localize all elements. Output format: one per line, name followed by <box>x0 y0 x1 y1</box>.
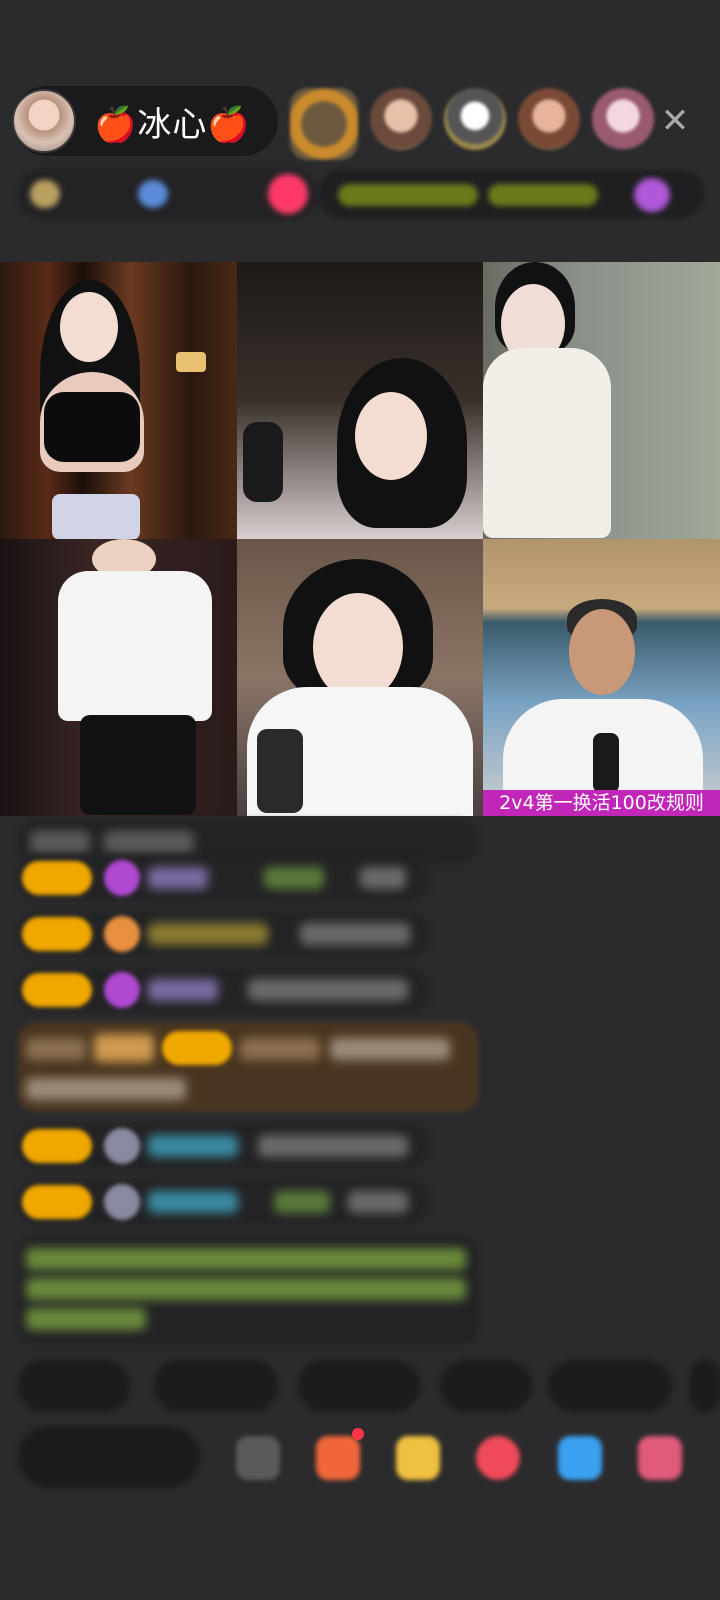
user-icon <box>104 1128 140 1164</box>
chat-text-blurred <box>360 867 406 889</box>
microphone <box>257 729 303 813</box>
streamer-face <box>313 593 403 701</box>
chat-text-blurred <box>274 1191 330 1213</box>
chat-text-blurred <box>30 831 90 853</box>
notification-dot <box>352 1428 364 1440</box>
chat-text-blurred <box>240 1038 320 1060</box>
viewer-avatar[interactable] <box>370 88 432 150</box>
announcement-text-blurred <box>26 1278 466 1300</box>
chat-input-button[interactable] <box>18 1426 200 1488</box>
ticker-text-blurred <box>338 184 478 206</box>
fan-level-badge <box>22 973 92 1007</box>
top-viewers-list <box>290 88 654 160</box>
quick-reply-pill[interactable] <box>18 1360 130 1412</box>
video-tile-3[interactable] <box>483 262 720 539</box>
fan-level-badge <box>22 861 92 895</box>
viewer-avatar[interactable] <box>290 88 358 160</box>
streamer-body <box>483 348 611 538</box>
viewer-avatar[interactable] <box>444 88 506 150</box>
chat-text-blurred <box>148 867 208 889</box>
chat-badge-blurred <box>94 1034 154 1062</box>
streamer-pants <box>80 715 196 815</box>
fan-level-badge <box>22 1129 92 1163</box>
announcement-text-blurred <box>26 1248 466 1270</box>
chat-text-blurred <box>148 923 268 945</box>
pk-rule-banner: 2v4第一换活100改规则 <box>483 790 720 816</box>
streamer-face <box>355 392 427 480</box>
chat-text-blurred <box>300 923 410 945</box>
chat-text-blurred <box>264 867 324 889</box>
host-info-pill[interactable]: 🍎冰心🍎 <box>12 86 278 156</box>
user-icon <box>104 1184 140 1220</box>
emoji-icon[interactable] <box>236 1436 280 1480</box>
quick-reply-pill[interactable] <box>440 1360 532 1412</box>
viewer-avatar[interactable] <box>518 88 580 150</box>
vip-icon <box>104 860 140 896</box>
bottom-action-bar <box>18 1426 720 1490</box>
chat-text-blurred <box>26 1038 86 1060</box>
microphone <box>243 422 283 502</box>
quick-reply-bar <box>18 1360 720 1412</box>
video-tile-1[interactable] <box>0 262 237 539</box>
video-tile-2[interactable] <box>237 262 483 539</box>
chat-text-blurred <box>330 1038 450 1060</box>
vip-icon <box>104 972 140 1008</box>
streamer-top <box>44 392 140 462</box>
streamer-face <box>60 292 118 362</box>
chat-text-blurred <box>258 1135 408 1157</box>
chat-text-blurred <box>148 1191 238 1213</box>
fan-level-badge <box>22 1185 92 1219</box>
video-tile-4[interactable] <box>0 539 237 816</box>
video-tile-6[interactable]: 2v4第一换活100改规则 <box>483 539 720 816</box>
like-icon[interactable] <box>476 1436 520 1480</box>
gift-icon[interactable] <box>268 174 308 214</box>
viewer-avatar[interactable] <box>592 88 654 150</box>
fan-level-badge <box>162 1031 232 1065</box>
game-icon[interactable] <box>316 1436 360 1480</box>
streamer-face <box>569 609 635 695</box>
chat-text-blurred <box>348 1191 408 1213</box>
host-name: 🍎冰心🍎 <box>94 104 251 145</box>
host-avatar[interactable] <box>12 89 76 153</box>
quick-reply-pill[interactable] <box>548 1360 672 1412</box>
video-grid: 2v4第一换活100改规则 <box>0 262 720 816</box>
rank-icon <box>30 180 60 208</box>
ticker-text-blurred <box>488 184 598 206</box>
quick-reply-pill[interactable] <box>690 1360 720 1412</box>
quick-reply-pill[interactable] <box>154 1360 278 1412</box>
share-icon[interactable] <box>558 1436 602 1480</box>
microphone <box>593 733 619 793</box>
lucky-bag-icon[interactable] <box>396 1436 440 1480</box>
streamer-skirt <box>52 494 140 539</box>
chat-text-blurred <box>26 1078 186 1100</box>
stream-info-row <box>18 168 704 220</box>
chat-text-blurred <box>148 1135 238 1157</box>
close-icon[interactable]: ✕ <box>652 98 698 144</box>
lamp <box>176 352 206 372</box>
announcement-text-blurred <box>26 1308 146 1330</box>
chat-text-blurred <box>148 979 218 1001</box>
chat-text-blurred <box>104 831 194 853</box>
fans-icon <box>138 180 168 208</box>
video-tile-5[interactable] <box>237 539 483 816</box>
fan-level-badge <box>22 917 92 951</box>
fans-club-icon <box>104 916 140 952</box>
ticker-icon <box>634 178 670 212</box>
quick-reply-pill[interactable] <box>298 1360 420 1412</box>
gift-icon[interactable] <box>638 1436 682 1480</box>
chat-text-blurred <box>248 979 408 1001</box>
streamer-shirt <box>58 571 212 721</box>
